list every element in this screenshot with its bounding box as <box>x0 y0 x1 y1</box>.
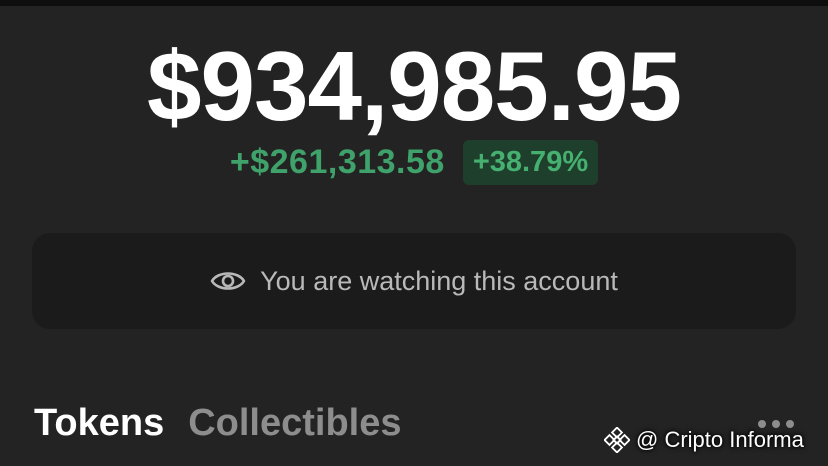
top-edge-bar <box>0 0 828 6</box>
balance-change-row: +$261,313.58 +38.79% <box>0 140 828 185</box>
watermark-text: @ Cripto Informa <box>636 427 804 452</box>
change-percent-badge: +38.79% <box>462 140 599 185</box>
watermark: @ Cripto Informa <box>604 424 824 456</box>
watching-account-text: You are watching this account <box>260 265 618 296</box>
asset-tabs: Tokens Collectibles <box>34 402 402 445</box>
tab-collectibles[interactable]: Collectibles <box>188 402 401 445</box>
eye-icon <box>210 272 246 290</box>
watching-account-banner: You are watching this account <box>32 233 796 329</box>
binance-logo <box>604 427 630 453</box>
portfolio-balance: $934,985.95 <box>147 31 682 141</box>
change-amount: +$261,313.58 <box>229 143 445 181</box>
tab-tokens[interactable]: Tokens <box>34 402 164 445</box>
